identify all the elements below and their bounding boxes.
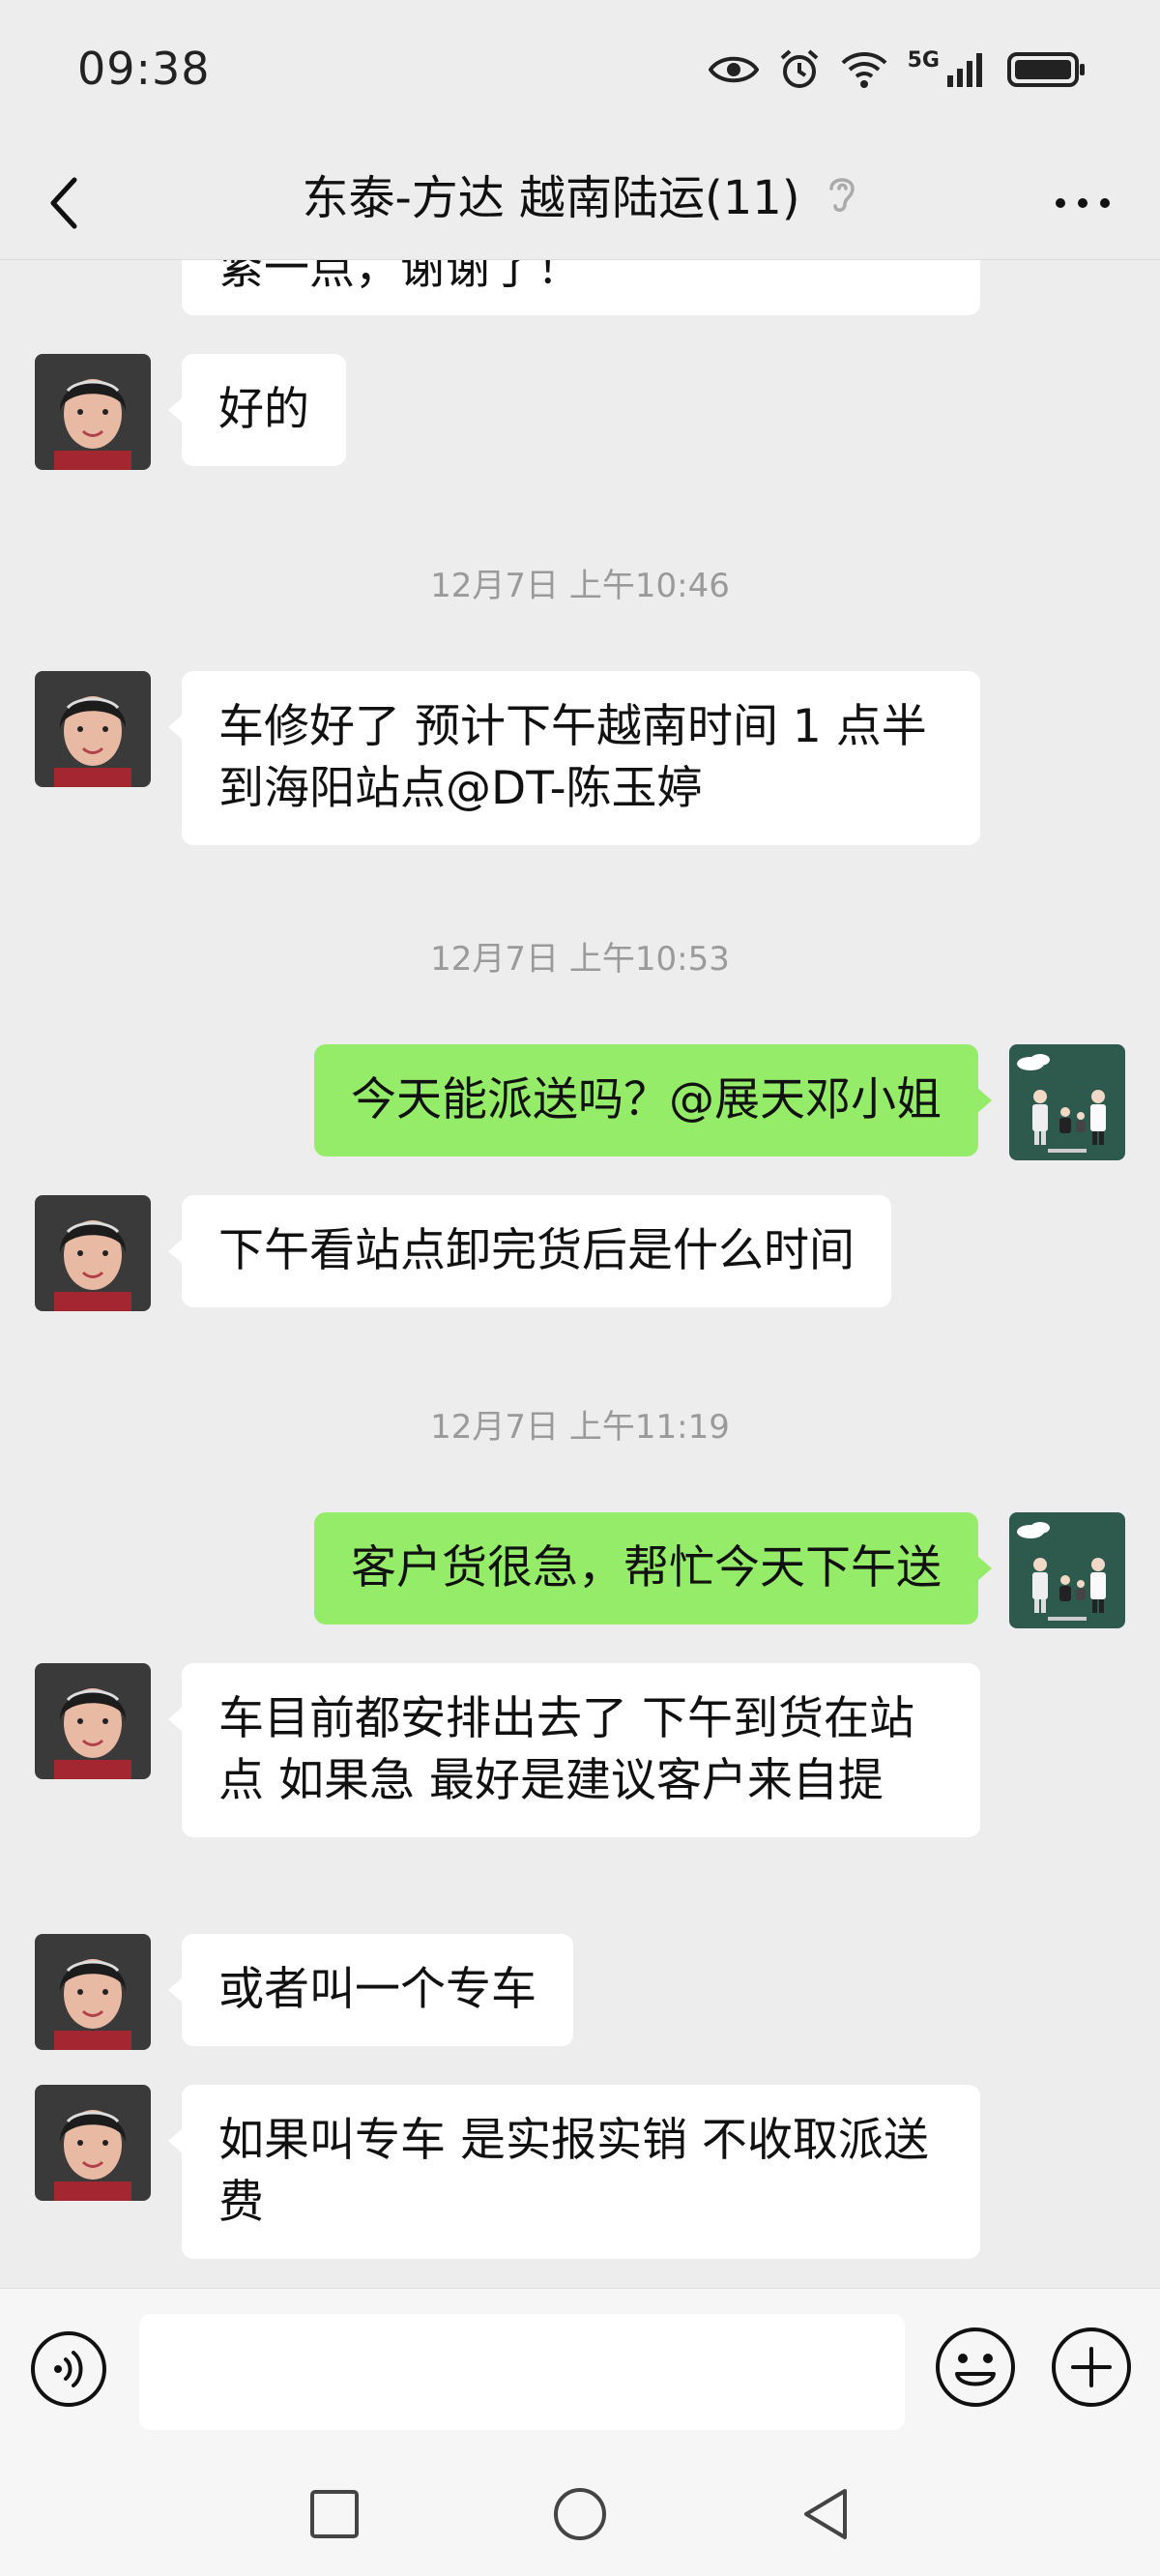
plus-button[interactable] xyxy=(1050,2326,1133,2409)
timestamp: 12月7日 上午10:46 xyxy=(430,567,730,605)
message-bubble[interactable]: 下午看站点卸完货后是什么时间 xyxy=(168,1195,891,1307)
voice-button[interactable] xyxy=(29,2329,108,2409)
alarm-icon xyxy=(778,48,821,91)
emoji-button[interactable] xyxy=(934,2326,1017,2409)
ear-icon xyxy=(826,171,858,216)
input-bar xyxy=(0,2288,1160,2453)
chat-area[interactable]: 紧一点，谢谢了！ 好的 12月7日 上午10:46 车修好了 预计下午越南时间 … xyxy=(0,259,1160,2288)
triangle-nav-icon xyxy=(804,2489,847,2539)
wifi-icon xyxy=(840,50,888,89)
timestamp: 12月7日 上午11:19 xyxy=(430,1408,730,1447)
system-nav-bar xyxy=(0,2452,1160,2576)
more-icon xyxy=(1056,198,1110,208)
avatar[interactable] xyxy=(35,354,151,470)
plus-icon xyxy=(1052,2327,1131,2407)
message-bubble[interactable]: 车修好了 预计下午越南时间 1 点半到海阳站点@DT-陈玉婷 xyxy=(168,671,980,845)
back-nav-button[interactable] xyxy=(791,2479,860,2549)
message-bubble[interactable]: 今天能派送吗？@展天邓小姐 xyxy=(314,1044,992,1156)
avatar[interactable] xyxy=(35,1934,151,2050)
status-time: 09:38 xyxy=(77,43,211,95)
message-bubble[interactable]: 紧一点，谢谢了！ xyxy=(168,259,980,315)
signal-icon xyxy=(945,50,988,89)
message-bubble[interactable]: 或者叫一个专车 xyxy=(168,1934,573,2046)
chat-header: 东泰-方达 越南陆运(11) xyxy=(0,145,1160,260)
timestamp: 12月7日 上午10:53 xyxy=(430,940,730,979)
avatar[interactable] xyxy=(35,1195,151,1311)
self-avatar[interactable] xyxy=(1009,1512,1125,1628)
self-avatar[interactable] xyxy=(1009,1044,1125,1160)
square-nav-icon xyxy=(310,2490,359,2538)
network-type: 5G xyxy=(907,47,940,73)
message-bubble[interactable]: 如果叫专车 是实报实销 不收取派送费 xyxy=(168,2085,980,2259)
chat-title: 东泰-方达 越南陆运(11) xyxy=(302,171,800,225)
home-button[interactable] xyxy=(545,2479,615,2549)
status-bar: 09:38 5G xyxy=(0,0,1160,145)
avatar[interactable] xyxy=(35,671,151,787)
battery-icon xyxy=(1007,50,1087,89)
message-input[interactable] xyxy=(139,2314,905,2430)
message-bubble[interactable]: 车目前都安排出去了 下午到货在站点 如果急 最好是建议客户来自提 xyxy=(168,1663,980,1837)
message-bubble[interactable]: 客户货很急，帮忙今天下午送 xyxy=(314,1512,992,1625)
avatar[interactable] xyxy=(35,2085,151,2201)
more-button[interactable] xyxy=(1044,164,1121,242)
message-bubble[interactable]: 好的 xyxy=(168,354,346,466)
emoji-icon xyxy=(936,2327,1015,2407)
avatar[interactable] xyxy=(35,1663,151,1779)
circle-nav-icon xyxy=(554,2488,606,2540)
voice-icon xyxy=(31,2331,106,2407)
recents-button[interactable] xyxy=(300,2479,369,2549)
title-wrap: 东泰-方达 越南陆运(11) xyxy=(0,145,1160,242)
status-icons: 5G xyxy=(708,44,1087,95)
eye-icon xyxy=(708,53,759,86)
